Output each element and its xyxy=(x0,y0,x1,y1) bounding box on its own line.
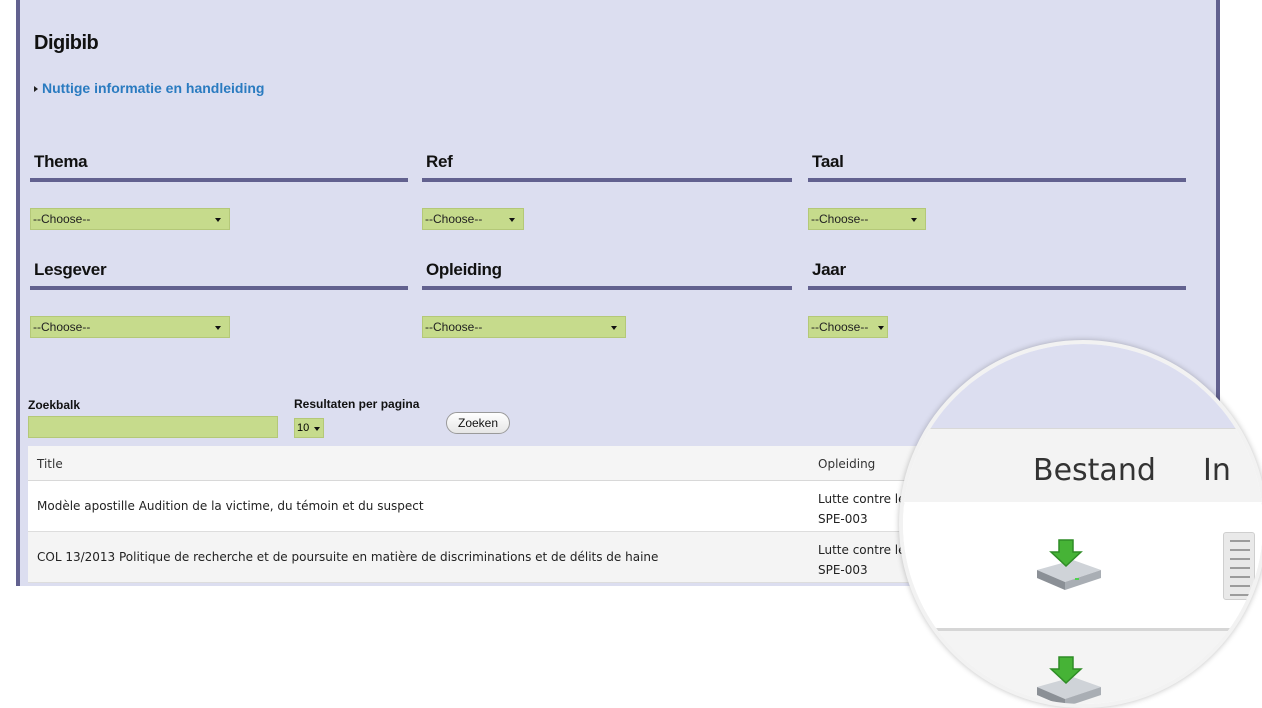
filter-thema: Thema xyxy=(30,152,408,182)
expand-triangle-icon xyxy=(34,86,38,92)
column-title-header[interactable]: Title xyxy=(37,457,63,471)
zoom-panel-background xyxy=(903,344,1262,428)
search-input[interactable] xyxy=(28,416,278,438)
row-opleiding-name: Lutte contre le xyxy=(818,543,906,557)
opleiding-select[interactable]: --Choose-- xyxy=(422,316,626,338)
filter-jaar: Jaar xyxy=(808,260,1186,290)
chevron-down-icon xyxy=(314,427,320,431)
column-bestand-header: Bestand xyxy=(1033,453,1156,488)
filter-lesgever-header: Lesgever xyxy=(30,260,408,290)
chevron-down-icon xyxy=(878,326,884,330)
column-opleiding-header[interactable]: Opleiding xyxy=(818,457,875,471)
results-per-page-label: Resultaten per pagina xyxy=(294,397,420,411)
download-icon[interactable] xyxy=(1033,655,1105,704)
search-label: Zoekbalk xyxy=(28,398,81,412)
info-link-label: Nuttige informatie en handleiding xyxy=(42,80,265,96)
ref-select[interactable]: --Choose-- xyxy=(422,208,524,230)
chevron-down-icon xyxy=(215,326,221,330)
row-title[interactable]: Modèle apostille Audition de la victime,… xyxy=(37,499,424,513)
zoom-table-header: Bestand In xyxy=(903,428,1262,506)
jaar-select-value: --Choose-- xyxy=(811,320,869,334)
chevron-down-icon xyxy=(911,218,917,222)
search-button[interactable]: Zoeken xyxy=(446,412,510,434)
lesgever-select[interactable]: --Choose-- xyxy=(30,316,230,338)
ref-select-value: --Choose-- xyxy=(425,212,483,226)
thema-select-value: --Choose-- xyxy=(33,212,91,226)
results-per-page-value: 10 xyxy=(297,422,310,434)
chevron-down-icon xyxy=(215,218,221,222)
zoom-row xyxy=(903,502,1262,631)
column-in-header: In xyxy=(1203,453,1231,488)
filter-lesgever: Lesgever xyxy=(30,260,408,290)
taal-select-value: --Choose-- xyxy=(811,212,869,226)
filter-ref: Ref xyxy=(422,152,792,182)
zoom-magnifier: Bestand In xyxy=(899,340,1262,708)
chevron-down-icon xyxy=(611,326,617,330)
document-icon[interactable] xyxy=(1223,532,1255,600)
lesgever-select-value: --Choose-- xyxy=(33,320,91,334)
row-title[interactable]: COL 13/2013 Politique de recherche et de… xyxy=(37,550,658,564)
row-opleiding-name: Lutte contre le xyxy=(818,492,906,506)
filter-opleiding: Opleiding xyxy=(422,260,792,290)
results-per-page-select[interactable]: 10 xyxy=(294,418,324,438)
filter-jaar-header: Jaar xyxy=(808,260,1186,290)
zoom-row xyxy=(903,631,1262,704)
chevron-down-icon xyxy=(509,218,515,222)
download-icon[interactable] xyxy=(1033,538,1105,597)
filter-thema-header: Thema xyxy=(30,152,408,182)
row-opleiding: Lutte contre le SPE-003 xyxy=(818,540,906,580)
opleiding-select-value: --Choose-- xyxy=(425,320,483,334)
filter-opleiding-header: Opleiding xyxy=(422,260,792,290)
jaar-select[interactable]: --Choose-- xyxy=(808,316,888,338)
page-title: Digibib xyxy=(34,32,99,54)
thema-select[interactable]: --Choose-- xyxy=(30,208,230,230)
row-opleiding-ref: SPE-003 xyxy=(818,512,868,526)
filter-taal: Taal xyxy=(808,152,1186,182)
filter-ref-header: Ref xyxy=(422,152,792,182)
info-link[interactable]: Nuttige informatie en handleiding xyxy=(34,80,264,96)
filter-taal-header: Taal xyxy=(808,152,1186,182)
row-opleiding: Lutte contre le SPE-003 xyxy=(818,489,906,529)
row-opleiding-ref: SPE-003 xyxy=(818,563,868,577)
taal-select[interactable]: --Choose-- xyxy=(808,208,926,230)
